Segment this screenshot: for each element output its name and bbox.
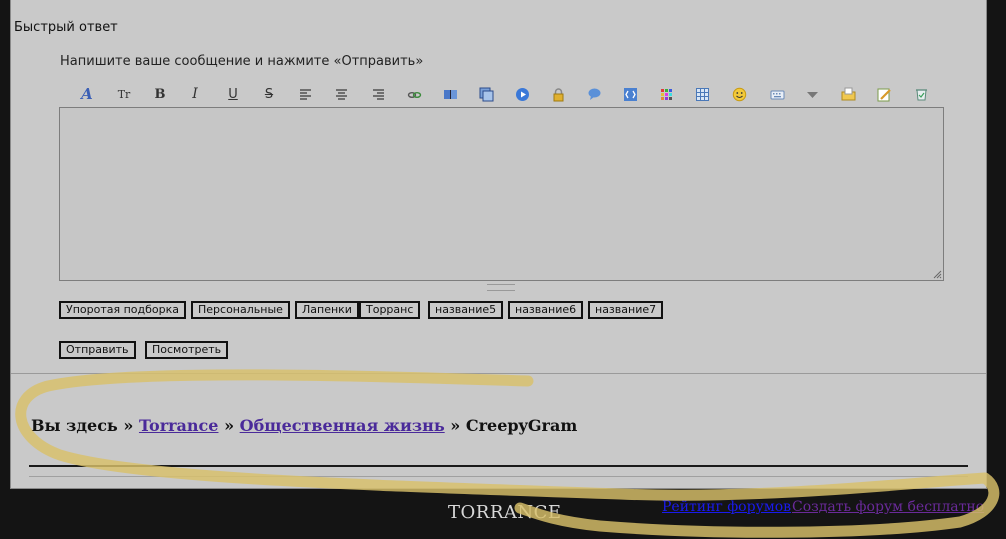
underline-icon[interactable]: U	[223, 84, 243, 104]
table-icon[interactable]	[692, 84, 712, 104]
lock-icon[interactable]	[548, 84, 568, 104]
tag-button-3[interactable]: Лапенки	[295, 301, 359, 319]
book-icon[interactable]	[440, 84, 460, 104]
breadcrumb: Вы здесь » Torrance » Общественная жизнь…	[31, 416, 577, 435]
clear-icon[interactable]	[911, 84, 931, 104]
link-icon[interactable]	[404, 84, 424, 104]
upload-icon[interactable]	[838, 84, 858, 104]
editor-toolbar: A Tr B I U S	[67, 84, 937, 104]
image-icon[interactable]	[476, 84, 496, 104]
font-face-icon[interactable]: A	[77, 84, 97, 104]
message-textarea[interactable]	[60, 108, 943, 280]
tag-button-7[interactable]: название7	[588, 301, 664, 319]
send-button[interactable]: Отправить	[59, 341, 136, 359]
editor-drag-handle[interactable]	[487, 284, 515, 291]
quick-reply-panel: Быстрый ответ Напишите ваше сообщение и …	[10, 0, 987, 489]
section-divider	[11, 373, 986, 374]
dropdown-arrow-icon[interactable]	[802, 84, 822, 104]
preview-button[interactable]: Посмотреть	[145, 341, 229, 359]
bold-icon[interactable]: B	[150, 84, 170, 104]
breadcrumb-prefix: Вы здесь	[31, 416, 118, 435]
edit-icon[interactable]	[874, 84, 894, 104]
smiley-icon[interactable]	[729, 84, 749, 104]
footer-logo: TORRANCE	[448, 502, 562, 523]
resize-grip-icon[interactable]	[932, 269, 942, 279]
align-right-icon[interactable]	[368, 84, 388, 104]
create-forum-link[interactable]: Создать форум бесплатно	[792, 499, 984, 515]
italic-icon[interactable]: I	[185, 84, 205, 104]
font-size-icon[interactable]: Tr	[114, 84, 134, 104]
keyboard-icon[interactable]	[767, 84, 787, 104]
compose-hint: Напишите ваше сообщение и нажмите «Отпра…	[60, 54, 424, 69]
code-icon[interactable]	[620, 84, 640, 104]
color-icon[interactable]	[656, 84, 676, 104]
tag-button-6[interactable]: название6	[508, 301, 584, 319]
breadcrumb-separator: »	[450, 416, 461, 435]
strikethrough-icon[interactable]: S	[259, 84, 279, 104]
align-left-icon[interactable]	[295, 84, 315, 104]
tag-button-4[interactable]: Торранс	[359, 301, 421, 319]
tag-button-2[interactable]: Персональные	[191, 301, 290, 319]
breadcrumb-current: CreepyGram	[465, 416, 578, 435]
align-center-icon[interactable]	[331, 84, 351, 104]
tag-button-1[interactable]: Упоротая подборка	[59, 301, 187, 319]
footer-rule	[29, 465, 968, 467]
video-icon[interactable]	[512, 84, 532, 104]
quick-reply-title: Быстрый ответ	[14, 20, 118, 35]
breadcrumb-separator: »	[123, 416, 134, 435]
tag-button-5[interactable]: название5	[428, 301, 504, 319]
quote-icon[interactable]	[584, 84, 604, 104]
breadcrumb-link-torrance[interactable]: Torrance	[139, 416, 219, 435]
footer-rule-light	[29, 476, 968, 477]
breadcrumb-link-public-life[interactable]: Общественная жизнь	[240, 416, 445, 435]
forum-rating-link[interactable]: Рейтинг форумов	[662, 499, 791, 515]
message-textarea-container[interactable]	[59, 107, 944, 281]
breadcrumb-separator: »	[224, 416, 235, 435]
